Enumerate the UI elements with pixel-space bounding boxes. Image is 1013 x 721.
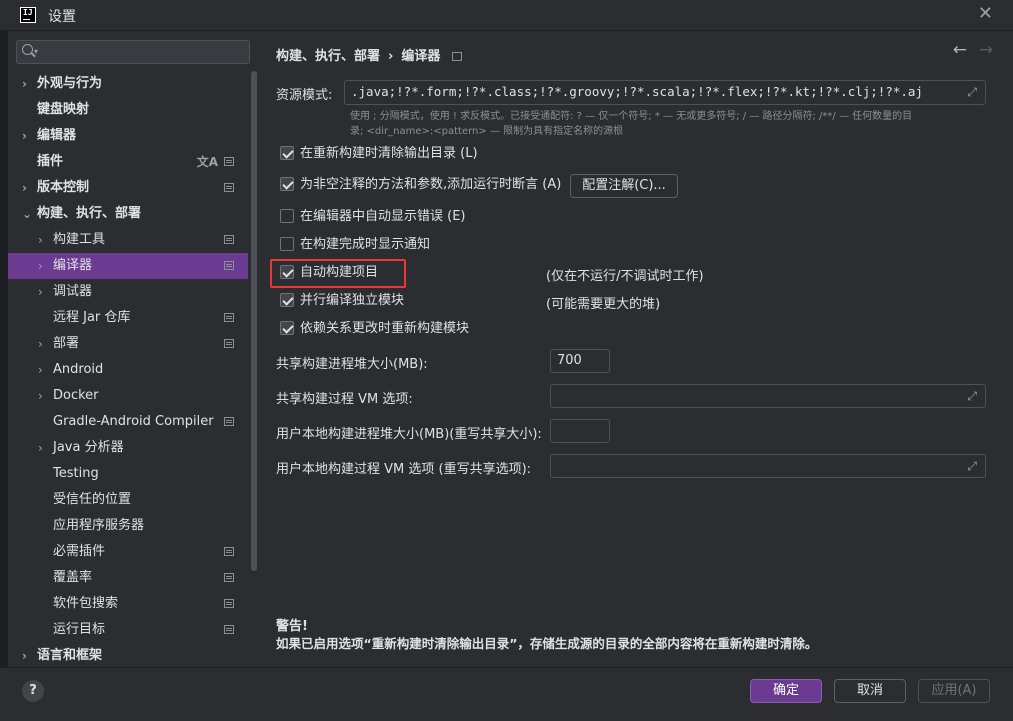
sidebar-item-deployment[interactable]: › 部署 <box>8 331 248 357</box>
shared-vm-label: 共享构建过程 VM 选项: <box>276 392 413 407</box>
expand-field-icon[interactable]: ⤢ <box>967 459 977 474</box>
expand-field-icon[interactable]: ⤢ <box>967 85 977 100</box>
page-icon <box>224 261 234 270</box>
sidebar-item-plugins[interactable]: 插件 文A <box>8 149 248 175</box>
resource-pattern-value: .java;!?*.form;!?*.class;!?*.groovy;!?*.… <box>351 84 923 99</box>
breadcrumb-parent[interactable]: 构建、执行、部署 <box>276 49 380 64</box>
local-vm-input[interactable]: ⤢ <box>550 454 986 478</box>
expand-arrow-icon[interactable]: › <box>38 253 48 279</box>
warning-text: 如果已启用选项“重新构建时清除输出目录”，存储生成源的目录的全部内容将在重新构建… <box>276 636 818 651</box>
expand-arrow-icon[interactable]: › <box>38 331 48 357</box>
local-vm-label: 用户本地构建过程 VM 选项 (重写共享选项): <box>276 462 532 477</box>
configure-annotations-button[interactable]: 配置注解(C)... <box>570 174 678 198</box>
sidebar-item-android[interactable]: › Android <box>8 357 248 383</box>
expand-arrow-icon[interactable]: › <box>22 175 32 201</box>
expand-field-icon[interactable]: ⤢ <box>967 389 977 404</box>
page-icon <box>224 313 234 322</box>
page-icon <box>224 547 234 556</box>
dialog-footer: ? 确定 取消 应用(A) <box>0 667 1013 721</box>
sidebar-item-java-profiler[interactable]: › Java 分析器 <box>8 435 248 461</box>
shared-vm-input[interactable]: ⤢ <box>550 384 986 408</box>
sidebar-item-trusted-locations[interactable]: 受信任的位置 <box>8 487 248 513</box>
page-icon <box>224 157 234 166</box>
local-heap-label: 用户本地构建进程堆大小(MB)(重写共享大小): <box>276 427 542 442</box>
window-title: 设置 <box>48 9 76 25</box>
breadcrumb: 构建、执行、部署 › 编译器 <box>276 45 463 64</box>
shared-heap-input[interactable]: 700 <box>550 349 610 373</box>
highlight-annotation <box>270 259 406 288</box>
sidebar-item-run-targets[interactable]: 运行目标 <box>8 617 248 643</box>
search-icon <box>22 44 33 55</box>
page-icon <box>224 339 234 348</box>
compiler-settings-panel: 构建、执行、部署 › 编译器 ← → 资源模式: .java;!?*.form;!?… <box>258 31 1013 667</box>
resource-pattern-label: 资源模式: <box>276 88 333 103</box>
checkbox-icon[interactable] <box>280 177 294 191</box>
page-icon <box>224 183 234 192</box>
checkbox-icon[interactable] <box>280 321 294 335</box>
collapse-arrow-icon[interactable]: ⌄ <box>22 201 32 227</box>
app-logo-icon: IJ <box>20 7 36 23</box>
sidebar-item-testing[interactable]: Testing <box>8 461 248 487</box>
checkbox-icon[interactable] <box>280 146 294 160</box>
sidebar-scrollbar[interactable] <box>251 71 257 571</box>
expand-arrow-icon[interactable]: › <box>22 71 32 97</box>
sidebar-item-compiler[interactable]: › 编译器 <box>8 253 248 279</box>
forward-arrow-icon[interactable]: → <box>979 40 993 60</box>
page-icon <box>452 52 463 61</box>
shared-heap-label: 共享构建进程堆大小(MB): <box>276 357 428 372</box>
sidebar-item-gradle-android-compiler[interactable]: Gradle-Android Compiler <box>8 409 248 435</box>
checkbox-icon[interactable] <box>280 237 294 251</box>
close-icon[interactable]: ✕ <box>978 3 993 24</box>
shared-heap-value: 700 <box>557 353 582 368</box>
page-icon <box>224 599 234 608</box>
parallel-note: (可能需要更大的堆) <box>546 297 661 312</box>
sidebar-item-coverage[interactable]: 覆盖率 <box>8 565 248 591</box>
page-icon <box>224 625 234 634</box>
expand-arrow-icon[interactable]: › <box>22 643 32 669</box>
sidebar-item-remote-jar[interactable]: 远程 Jar 仓库 <box>8 305 248 331</box>
settings-sidebar: ▾ › 外观与行为 键盘映射 › 编辑器 插件 文A › 版本控制 ⌄ 构建、执… <box>8 31 258 667</box>
back-arrow-icon[interactable]: ← <box>953 40 967 60</box>
expand-arrow-icon[interactable]: › <box>38 227 48 253</box>
sidebar-item-package-search[interactable]: 软件包搜索 <box>8 591 248 617</box>
page-icon <box>224 235 234 244</box>
warning-title: 警告! <box>276 619 308 634</box>
checkbox-icon[interactable] <box>280 293 294 307</box>
local-heap-input[interactable] <box>550 419 610 443</box>
sidebar-item-debugger[interactable]: › 调试器 <box>8 279 248 305</box>
translate-icon: 文A <box>196 155 218 169</box>
expand-arrow-icon[interactable]: › <box>38 383 48 409</box>
sidebar-item-keymap[interactable]: 键盘映射 <box>8 97 248 123</box>
breadcrumb-current: 编译器 <box>401 49 441 64</box>
cancel-button[interactable]: 取消 <box>834 679 906 703</box>
sidebar-item-vcs[interactable]: › 版本控制 <box>8 175 248 201</box>
checkbox-icon[interactable] <box>280 209 294 223</box>
breadcrumb-separator: › <box>388 49 394 64</box>
sidebar-item-app-servers[interactable]: 应用程序服务器 <box>8 513 248 539</box>
sidebar-item-languages[interactable]: › 语言和框架 <box>8 643 248 669</box>
search-dropdown-icon[interactable]: ▾ <box>34 47 38 56</box>
title-bar: IJ 设置 ✕ <box>0 0 1013 31</box>
expand-arrow-icon[interactable]: › <box>38 279 48 305</box>
resource-pattern-input[interactable]: .java;!?*.form;!?*.class;!?*.groovy;!?*.… <box>344 80 986 105</box>
page-icon <box>224 573 234 582</box>
search-input[interactable]: ▾ <box>16 40 250 64</box>
sidebar-item-editor[interactable]: › 编辑器 <box>8 123 248 149</box>
expand-arrow-icon[interactable]: › <box>22 123 32 149</box>
expand-arrow-icon[interactable]: › <box>38 435 48 461</box>
sidebar-item-docker[interactable]: › Docker <box>8 383 248 409</box>
sidebar-item-build-tools[interactable]: › 构建工具 <box>8 227 248 253</box>
help-icon[interactable]: ? <box>22 680 44 702</box>
sidebar-item-appearance[interactable]: › 外观与行为 <box>8 71 248 97</box>
ok-button[interactable]: 确定 <box>750 679 822 703</box>
page-icon <box>224 417 234 426</box>
sidebar-item-required-plugins[interactable]: 必需插件 <box>8 539 248 565</box>
expand-arrow-icon[interactable]: › <box>38 357 48 383</box>
settings-tree: › 外观与行为 键盘映射 › 编辑器 插件 文A › 版本控制 ⌄ 构建、执行、… <box>8 71 248 669</box>
apply-button[interactable]: 应用(A) <box>918 679 990 703</box>
auto-build-note: (仅在不运行/不调试时工作) <box>546 269 704 284</box>
sidebar-item-build[interactable]: ⌄ 构建、执行、部署 <box>8 201 248 227</box>
resource-pattern-hint: 使用 ; 分隔模式，使用 ! 求反模式。已接受通配符: ? — 仅一个符号; *… <box>350 111 913 137</box>
